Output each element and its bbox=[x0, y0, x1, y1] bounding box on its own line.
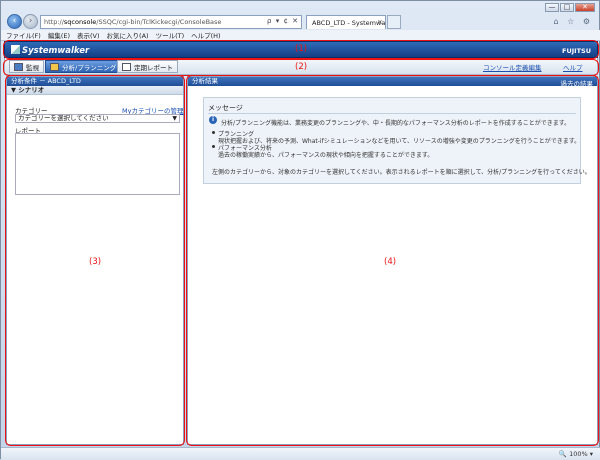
address-bar[interactable]: http://sqconsole/SSQC/cgi-bin/TclKickecg… bbox=[40, 15, 302, 29]
window-controls: — □ ✕ bbox=[545, 3, 595, 12]
menu-file[interactable]: ファイル(F) bbox=[6, 30, 41, 40]
browser-right-icons[interactable]: ⌂ ☆ ⚙ bbox=[553, 17, 593, 26]
forward-button[interactable]: › bbox=[23, 14, 38, 29]
tab-close-icon[interactable]: × bbox=[377, 18, 383, 26]
menu-favorites[interactable]: お気に入り(A) bbox=[107, 30, 149, 40]
browser-window: — □ ✕ ‹ › http://sqconsole/SSQC/cgi-bin/… bbox=[0, 0, 600, 460]
address-path: /SSQC/cgi-bin/TclKickecgi/ConsoleBase bbox=[96, 18, 222, 26]
callout-label-3: (3) bbox=[89, 257, 102, 267]
address-prefix: http:// bbox=[44, 18, 64, 26]
callout-label-1: (1) bbox=[295, 44, 308, 54]
zoom-control[interactable]: 🔍 100% ▾ bbox=[559, 450, 593, 458]
maximize-button[interactable]: □ bbox=[560, 3, 574, 12]
minimize-button[interactable]: — bbox=[545, 3, 559, 12]
status-bar: 🔍 100% ▾ bbox=[1, 447, 600, 460]
callout-label-4: (4) bbox=[384, 257, 397, 267]
callout-label-2: (2) bbox=[295, 62, 308, 72]
menu-view[interactable]: 表示(V) bbox=[77, 30, 100, 40]
menu-tools[interactable]: ツール(T) bbox=[156, 30, 185, 40]
close-button[interactable]: ✕ bbox=[575, 3, 595, 12]
tab-title: ABCD_LTD - Systemwal... bbox=[312, 18, 386, 27]
browser-tab[interactable]: ABCD_LTD - Systemwal... × bbox=[306, 15, 386, 29]
menu-edit[interactable]: 編集(E) bbox=[48, 30, 70, 40]
back-button[interactable]: ‹ bbox=[7, 14, 22, 29]
new-tab-button[interactable] bbox=[387, 15, 401, 29]
menu-help[interactable]: ヘルプ(H) bbox=[191, 30, 220, 40]
address-tools[interactable]: ρ ▾ ¢ ✕ bbox=[267, 17, 299, 25]
address-host: sqconsole bbox=[63, 18, 97, 26]
